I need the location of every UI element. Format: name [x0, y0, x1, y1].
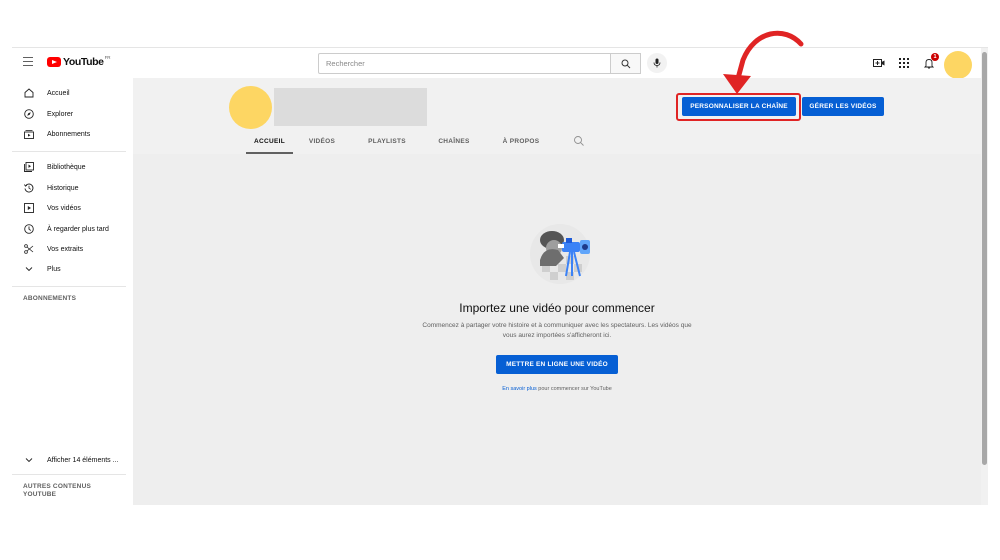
empty-state-title: Importez une vidéo pour commencer	[459, 301, 655, 315]
tab-playlists[interactable]: PLAYLISTS	[362, 138, 412, 154]
upload-video-button[interactable]: METTRE EN LIGNE UNE VIDÉO	[496, 355, 618, 374]
sidebar-item-label: Explorer	[47, 110, 74, 118]
scissors-icon	[23, 243, 35, 255]
sidebar-item-label: Bibliothèque	[47, 163, 86, 171]
library-icon	[23, 161, 35, 173]
sidebar-item-library[interactable]: Bibliothèque	[12, 158, 133, 176]
clock-icon	[23, 223, 35, 235]
notification-count-badge: 1	[931, 53, 939, 61]
search-icon	[621, 59, 630, 68]
learn-more-suffix: pour commencer sur YouTube	[536, 386, 612, 392]
channel-avatar[interactable]	[229, 86, 272, 129]
play-logo-icon	[47, 57, 61, 67]
page-scrollbar[interactable]	[981, 48, 988, 505]
channel-search-icon[interactable]	[573, 135, 585, 147]
home-icon	[23, 87, 35, 99]
menu-icon[interactable]	[23, 57, 33, 66]
channel-name-placeholder	[274, 88, 427, 126]
sidebar-item-more[interactable]: Plus	[12, 260, 133, 278]
notifications-button[interactable]: 1	[922, 53, 939, 70]
annotation-arrow-icon	[723, 30, 804, 94]
sidebar-item-history[interactable]: Historique	[12, 179, 133, 197]
sidebar: Accueil Explorer Abonnements Bibliothèqu…	[12, 78, 133, 505]
sidebar-item-label: Vos extraits	[47, 245, 84, 253]
tab-about[interactable]: À PROPOS	[497, 138, 545, 154]
youtube-logo[interactable]: YouTube FR	[47, 54, 111, 68]
sidebar-item-subscriptions[interactable]: Abonnements	[12, 125, 133, 143]
top-bar: YouTube FR Rechercher 1	[12, 48, 988, 79]
show-more-subscriptions[interactable]: Afficher 14 éléments ...	[12, 451, 133, 469]
chevron-down-icon	[23, 454, 35, 466]
your-videos-icon	[23, 202, 35, 214]
apps-button[interactable]	[897, 56, 911, 70]
sidebar-item-home[interactable]: Accueil	[12, 84, 133, 102]
scrollbar-thumb[interactable]	[982, 52, 987, 465]
create-video-button[interactable]	[872, 56, 886, 70]
create-video-icon	[873, 59, 885, 67]
sidebar-item-label: À regarder plus tard	[47, 225, 109, 233]
chevron-down-icon	[23, 263, 35, 275]
microphone-icon	[653, 58, 661, 68]
tab-videos[interactable]: VIDÉOS	[303, 138, 341, 154]
sidebar-item-watch-later[interactable]: À regarder plus tard	[12, 220, 133, 238]
history-icon	[23, 182, 35, 194]
sidebar-item-label: Abonnements	[47, 130, 91, 138]
voice-search-button[interactable]	[647, 53, 667, 73]
subscriptions-heading: ABONNEMENTS	[23, 295, 77, 302]
youtube-window: YouTube FR Rechercher 1 Accueil Explorer…	[12, 47, 988, 505]
logo-country-code: FR	[104, 54, 111, 60]
sidebar-divider	[12, 286, 126, 287]
compass-icon	[23, 108, 35, 120]
channel-header: PERSONNALISER LA CHAÎNE GÉRER LES VIDÉOS…	[133, 78, 981, 154]
show-more-label: Afficher 14 éléments ...	[47, 456, 119, 464]
sidebar-item-your-clips[interactable]: Vos extraits	[12, 240, 133, 258]
manage-videos-button[interactable]: GÉRER LES VIDÉOS	[802, 97, 884, 116]
sidebar-item-your-videos[interactable]: Vos vidéos	[12, 199, 133, 217]
account-avatar[interactable]	[944, 51, 972, 79]
search-button[interactable]	[611, 53, 641, 74]
sidebar-item-label: Vos vidéos	[47, 204, 81, 212]
learn-more-link[interactable]: En savoir plus	[502, 386, 537, 392]
channel-page: PERSONNALISER LA CHAÎNE GÉRER LES VIDÉOS…	[133, 78, 981, 505]
camera-operator-illustration	[530, 224, 590, 284]
logo-text: YouTube	[63, 56, 104, 68]
tab-channels[interactable]: CHAÎNES	[433, 138, 475, 154]
sidebar-item-label: Accueil	[47, 89, 70, 97]
more-from-youtube-heading: AUTRES CONTENUS YOUTUBE	[23, 483, 92, 498]
sidebar-divider	[12, 151, 126, 152]
search-input[interactable]: Rechercher	[318, 53, 611, 74]
subscriptions-icon	[23, 128, 35, 140]
empty-state-description: Commencez à partager votre histoire et à…	[422, 322, 692, 339]
sidebar-item-label: Plus	[47, 265, 61, 273]
apps-grid-icon	[899, 58, 909, 68]
sidebar-divider	[12, 474, 126, 475]
sidebar-item-label: Historique	[47, 184, 79, 192]
tab-home[interactable]: ACCUEIL	[246, 138, 293, 154]
sidebar-item-explore[interactable]: Explorer	[12, 105, 133, 123]
learn-more-text: En savoir plus pour commencer sur YouTub…	[417, 386, 697, 392]
